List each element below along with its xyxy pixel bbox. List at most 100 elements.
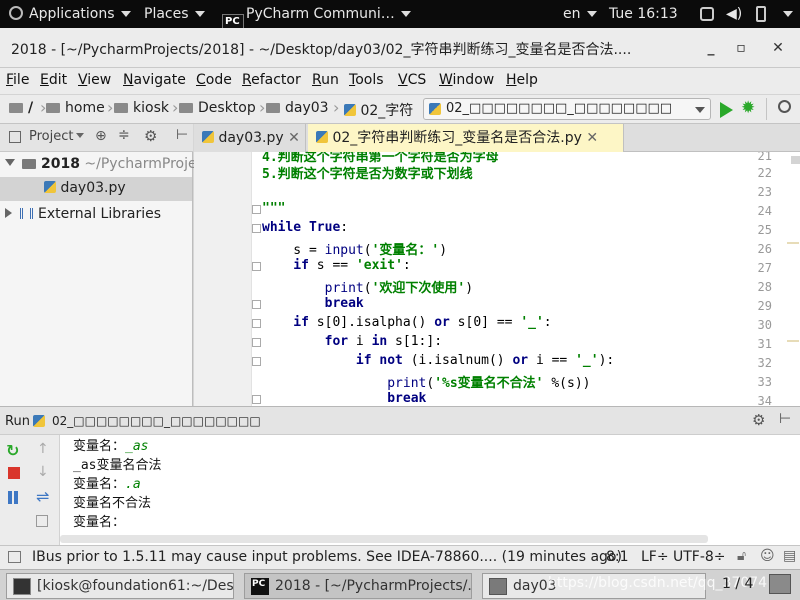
pause-icon[interactable] bbox=[8, 491, 12, 504]
fold-marker[interactable] bbox=[252, 319, 261, 328]
folder-icon bbox=[46, 103, 60, 113]
rerun-icon[interactable]: ↻ bbox=[6, 441, 19, 460]
task-pycharm[interactable]: PC 2018 - [~/PycharmProjects/... bbox=[244, 573, 472, 599]
menu-navigate[interactable]: Navigate bbox=[123, 72, 186, 88]
close-button[interactable]: ✕ bbox=[764, 34, 792, 62]
task-label: [kiosk@foundation61:~/Desk... bbox=[37, 578, 234, 594]
inspection-marker[interactable] bbox=[791, 156, 800, 164]
run-console[interactable]: 变量名：_as _as变量名合法 变量名：.a 变量名不合法 变量名： bbox=[60, 435, 800, 545]
project-view-label[interactable]: Project bbox=[29, 129, 73, 144]
hide-panel-icon[interactable]: ⊢ bbox=[779, 411, 791, 427]
inspector-icon[interactable]: ☺ bbox=[760, 548, 775, 564]
close-tab-icon[interactable]: ✕ bbox=[288, 130, 300, 146]
expand-arrow-icon[interactable] bbox=[5, 208, 12, 218]
caret-position[interactable]: 8:1 bbox=[606, 549, 629, 565]
console-user-input: .a bbox=[125, 477, 141, 492]
tool-window-toggle-icon[interactable] bbox=[8, 551, 21, 563]
soft-wrap-icon[interactable]: ⇌ bbox=[36, 487, 49, 506]
console-prompt: 变量名： bbox=[73, 515, 126, 530]
run-panel-label[interactable]: Run bbox=[5, 414, 30, 429]
minimize-button[interactable]: _ bbox=[697, 34, 725, 62]
run-configuration-select[interactable]: 02_□□□□□□□□_□□□□□□□□ bbox=[423, 98, 711, 120]
fold-marker[interactable] bbox=[252, 224, 261, 233]
line-separator[interactable]: LF÷ bbox=[641, 549, 669, 565]
folder-icon bbox=[22, 159, 36, 169]
menu-tools[interactable]: Tools bbox=[349, 72, 384, 88]
scroll-marker[interactable] bbox=[787, 242, 799, 244]
workspace-pager[interactable]: 1 / 4 bbox=[722, 576, 753, 592]
project-view-icon bbox=[9, 131, 21, 143]
file-encoding[interactable]: UTF-8÷ bbox=[673, 549, 726, 565]
gear-icon[interactable]: ⚙ bbox=[752, 411, 765, 429]
menu-window[interactable]: Window bbox=[439, 72, 494, 88]
volume-icon[interactable]: ◀) bbox=[726, 0, 742, 28]
tree-item-day03-py[interactable]: day03.py bbox=[0, 177, 192, 201]
breadcrumb-root[interactable]: / bbox=[9, 100, 33, 116]
menu-refactor[interactable]: Refactor bbox=[242, 72, 301, 88]
python-file-icon bbox=[44, 181, 56, 193]
system-menu[interactable] bbox=[777, 0, 793, 28]
tab-day03-py[interactable]: day03.py ✕ bbox=[194, 124, 306, 152]
horizontal-scrollbar[interactable] bbox=[60, 535, 708, 543]
gear-icon[interactable]: ⚙ bbox=[144, 127, 157, 145]
breadcrumb-desktop[interactable]: Desktop bbox=[179, 100, 256, 116]
debug-icon[interactable]: ✹ bbox=[741, 98, 755, 118]
code-token: ( bbox=[363, 281, 372, 296]
menu-view[interactable]: View bbox=[78, 72, 111, 88]
tree-item-external-libraries[interactable]: External Libraries bbox=[5, 206, 161, 222]
applications-menu[interactable]: Applications bbox=[9, 0, 131, 28]
code-token: if bbox=[262, 258, 309, 273]
toolbar-divider bbox=[766, 98, 767, 120]
screen-icon[interactable] bbox=[700, 7, 714, 21]
breadcrumb-kiosk[interactable]: kiosk bbox=[114, 100, 169, 116]
task-terminal[interactable]: [kiosk@foundation61:~/Desk... bbox=[6, 573, 234, 599]
active-app-menu[interactable]: PC PyCharm Communi… bbox=[222, 0, 411, 36]
breadcrumb-home[interactable]: home bbox=[46, 100, 105, 116]
hide-panel-icon[interactable]: ⊢ bbox=[176, 127, 188, 143]
clock[interactable]: Tue 16:13 bbox=[609, 0, 678, 28]
code-editor[interactable]: 21 22 23 24 25 26 27 28 29 30 31 32 33 3… bbox=[194, 152, 800, 406]
python-file-icon bbox=[202, 131, 214, 143]
breadcrumb-file[interactable]: 02_字符 bbox=[344, 100, 416, 120]
places-menu[interactable]: Places bbox=[144, 0, 205, 28]
code-token: print bbox=[262, 376, 427, 391]
fold-marker[interactable] bbox=[252, 357, 261, 366]
up-arrow-icon[interactable]: ↑ bbox=[37, 441, 49, 457]
expand-arrow-icon[interactable] bbox=[5, 159, 15, 166]
menu-vcs[interactable]: VCS bbox=[398, 72, 426, 88]
search-icon[interactable] bbox=[778, 100, 791, 113]
fold-marker[interactable] bbox=[252, 338, 261, 347]
fold-marker[interactable] bbox=[252, 395, 261, 404]
fold-marker[interactable] bbox=[252, 205, 261, 214]
menu-help[interactable]: Help bbox=[506, 72, 538, 88]
scroll-marker[interactable] bbox=[787, 340, 799, 342]
close-tab-icon[interactable]: ✕ bbox=[586, 130, 598, 146]
lock-icon[interactable]: 🔓︎ bbox=[737, 548, 746, 564]
stop-icon[interactable] bbox=[8, 467, 20, 479]
menu-file[interactable]: File bbox=[6, 72, 29, 88]
menu-code[interactable]: Code bbox=[196, 72, 232, 88]
maximize-button[interactable]: ▫ bbox=[727, 34, 755, 62]
down-arrow-icon[interactable]: ↓ bbox=[37, 464, 49, 480]
locate-file-icon[interactable]: ⊕ bbox=[95, 128, 107, 144]
workspace-thumbnail[interactable] bbox=[769, 574, 791, 594]
event-log-icon[interactable]: ▤ bbox=[783, 548, 796, 564]
fold-marker[interactable] bbox=[252, 300, 261, 309]
battery-icon[interactable] bbox=[756, 6, 766, 22]
run-config-tab[interactable]: 02_□□□□□□□□_□□□□□□□□ bbox=[52, 414, 261, 428]
menu-edit[interactable]: Edit bbox=[40, 72, 67, 88]
tree-item-project-root[interactable]: 2018 ~/PycharmProje bbox=[5, 156, 197, 172]
status-message[interactable]: IBus prior to 1.5.11 may cause input pro… bbox=[32, 549, 622, 565]
collapse-all-icon[interactable]: ≑ bbox=[118, 127, 130, 143]
scroll-end-icon[interactable] bbox=[36, 515, 48, 527]
window-title-bar[interactable]: 2018 - [~/PycharmProjects/2018] - ~/Desk… bbox=[0, 28, 800, 68]
breadcrumb-day03[interactable]: day03 bbox=[266, 100, 329, 116]
chevron-down-icon[interactable] bbox=[76, 133, 84, 138]
fold-marker[interactable] bbox=[252, 262, 261, 271]
menu-run[interactable]: Run bbox=[312, 72, 339, 88]
run-icon[interactable] bbox=[720, 102, 733, 118]
tab-active-file[interactable]: 02_字符串判断练习_变量名是否合法.py ✕ bbox=[308, 124, 624, 152]
pause-icon[interactable] bbox=[14, 491, 18, 504]
code-line-33: print('%s变量名不合法' %(s)) bbox=[262, 372, 590, 391]
input-language-menu[interactable]: en bbox=[563, 0, 597, 28]
